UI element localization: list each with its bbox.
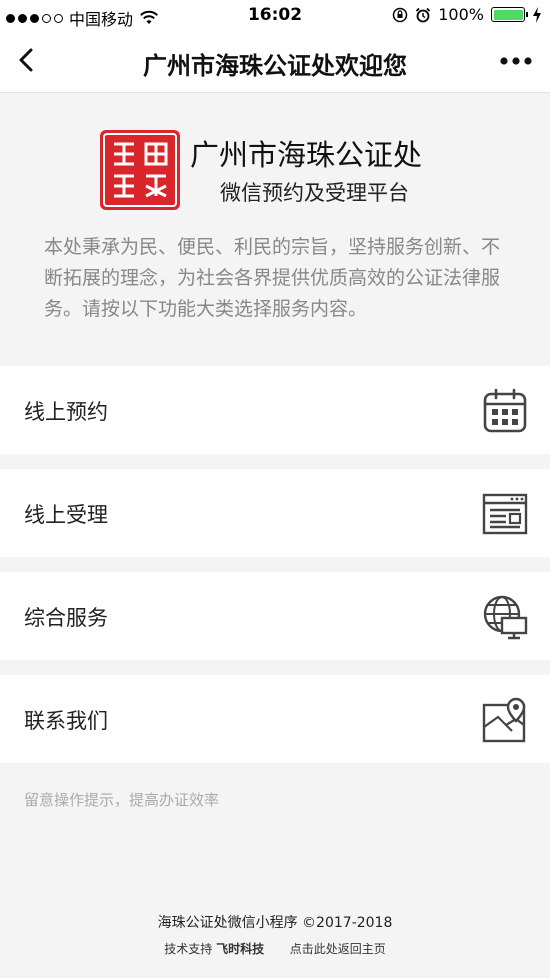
footer-support: 技术支持 飞时科技 点击此处返回主页 (0, 940, 550, 957)
status-right: 100% (392, 5, 542, 24)
support-company: 飞时科技 (216, 942, 265, 956)
menu-item-label: 线上预约 (24, 400, 108, 424)
alarm-icon (416, 7, 431, 22)
more-button[interactable] (496, 44, 536, 76)
footer: 海珠公证处微信小程序 ©2017-2018 技术支持 飞时科技 点击此处返回主页 (0, 912, 550, 957)
map-location-icon (482, 697, 526, 743)
globe-monitor-icon (483, 595, 528, 640)
brand-title: 广州市海珠公证处 (190, 138, 423, 172)
brand-header: 广州市海珠公证处 微信预约及受理平台 (0, 130, 550, 216)
menu-item-online-booking[interactable]: 线上预约 (0, 366, 550, 454)
menu-item-contact-us[interactable]: 联系我们 (0, 675, 550, 763)
status-bar: 中国移动 16:02 100% (0, 0, 550, 30)
orientation-lock-icon (393, 7, 408, 22)
menu-item-label: 线上受理 (24, 503, 108, 527)
browser-window-icon (482, 493, 528, 535)
navigation-bar: 广州市海珠公证处欢迎您 (0, 30, 550, 93)
menu-item-general-services[interactable]: 综合服务 (0, 572, 550, 660)
more-dots-icon (500, 57, 532, 65)
footer-copyright: 海珠公证处微信小程序 ©2017-2018 (157, 915, 393, 931)
page-title: 广州市海珠公证处欢迎您 (143, 52, 407, 80)
menu-item-label: 综合服务 (24, 606, 108, 630)
battery-percent: 100% (438, 5, 484, 24)
calendar-icon (483, 388, 527, 433)
support-prefix: 技术支持 (164, 942, 213, 956)
intro-text: 本处秉承为民、便民、利民的宗旨，坚持服务创新、不断拓展的理念，为社会各界提供优质… (44, 236, 501, 320)
battery-icon (491, 7, 528, 22)
return-home-link[interactable]: 点击此处返回主页 (290, 942, 386, 956)
brand-subtitle: 微信预约及受理平台 (220, 181, 409, 205)
menu-item-label: 联系我们 (24, 709, 108, 733)
operation-tip: 留意操作提示，提高办证效率 (24, 791, 220, 809)
charging-icon (533, 6, 541, 23)
notary-seal-logo (100, 130, 180, 210)
menu-item-online-processing[interactable]: 线上受理 (0, 469, 550, 557)
